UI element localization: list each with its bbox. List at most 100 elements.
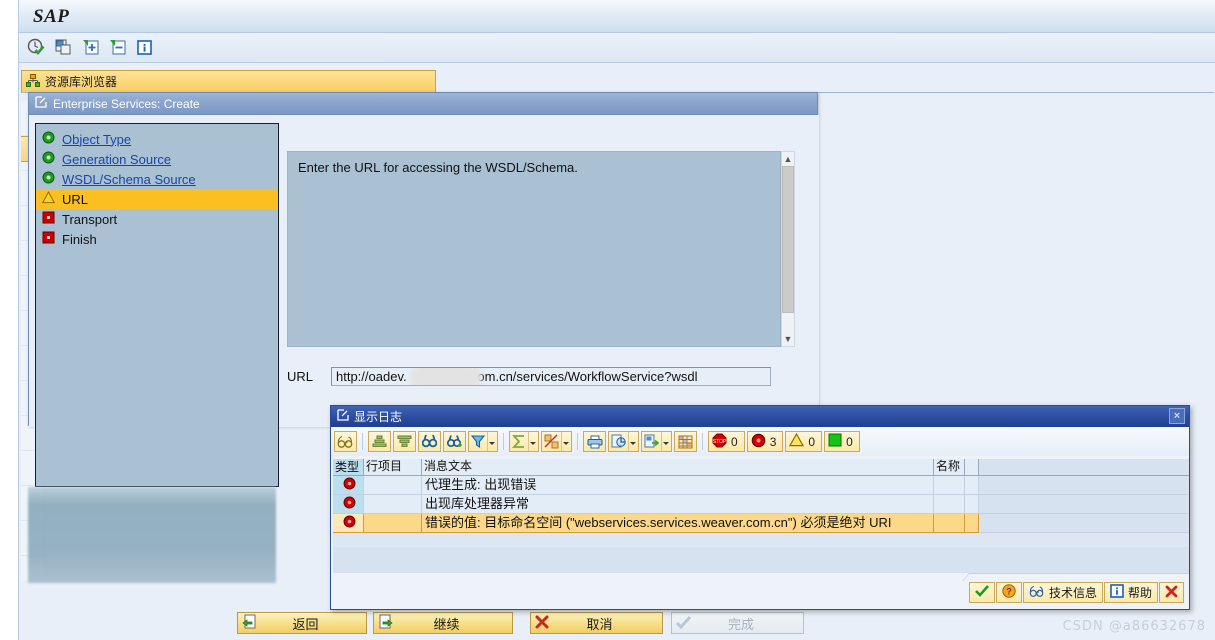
find-next-icon[interactable]	[443, 431, 466, 452]
scrollbar-thumb[interactable]	[782, 166, 794, 313]
table-row[interactable]: 错误的值: 目标命名空间 ("webservices.services.weav…	[333, 514, 1189, 533]
wizard-step-url[interactable]: URL	[36, 189, 278, 209]
print-icon[interactable]	[583, 431, 606, 452]
abort-counter[interactable]: STOP 0	[708, 431, 745, 452]
wizard-step-generation-source[interactable]: Generation Source	[36, 149, 278, 169]
cancel-button[interactable]: 取消	[530, 612, 663, 634]
table-row[interactable]: 出现库处理器异常	[333, 495, 1189, 514]
display-icon[interactable]	[107, 37, 128, 58]
wizard-button-bar: 返回 继续 取消 完成	[237, 612, 804, 634]
description-area: Enter the URL for accessing the WSDL/Sch…	[287, 151, 795, 347]
chevron-down-icon[interactable]	[628, 432, 636, 451]
sort-ascending-icon[interactable]	[368, 431, 391, 452]
table-row[interactable]: 代理生成: 出现错误	[333, 476, 1189, 495]
status-red-icon	[42, 211, 55, 227]
column-header-type[interactable]: 类型	[333, 459, 364, 476]
enterprise-services-create-dialog: Enterprise Services: Create Object Type …	[28, 92, 819, 487]
error-icon	[751, 433, 766, 451]
footer-notch	[962, 573, 1189, 581]
breadcrumb-label: 资源库浏览器	[45, 75, 118, 89]
error-icon	[343, 515, 356, 532]
find-icon[interactable]	[418, 431, 441, 452]
create-icon[interactable]	[80, 37, 101, 58]
wizard-step-transport[interactable]: Transport	[36, 209, 278, 229]
sap-logo: SAP	[33, 6, 70, 27]
warning-counter[interactable]: 0	[785, 431, 823, 452]
error-counter[interactable]: 3	[746, 431, 784, 452]
scroll-down-icon[interactable]: ▼	[781, 332, 795, 346]
url-label: URL	[287, 369, 314, 384]
redaction-blur	[410, 368, 482, 385]
complete-icon	[675, 615, 692, 632]
sort-descending-icon[interactable]	[393, 431, 416, 452]
back-icon	[242, 614, 257, 632]
row-spacer-cell	[965, 495, 979, 514]
wizard-step-list: Object Type Generation Source WSDL/Schem…	[35, 123, 279, 487]
wizard-step-label: Finish	[62, 231, 97, 247]
sap-titlebar: SAP	[19, 0, 1215, 33]
export-icon[interactable]	[641, 431, 672, 452]
column-header-filler	[979, 459, 1189, 476]
column-header-name[interactable]: 名称	[934, 459, 965, 476]
row-spacer-cell	[965, 476, 979, 495]
column-header-item[interactable]: 行项目	[364, 459, 422, 476]
abort-count-value: 0	[731, 434, 738, 449]
chevron-down-icon[interactable]	[561, 432, 569, 451]
help-button[interactable]: ?	[995, 582, 1022, 603]
finish-button-label: 完成	[727, 616, 754, 632]
row-message-cell: 代理生成: 出现错误	[422, 476, 934, 495]
log-footer: ? 技术信息 帮助	[331, 573, 1189, 609]
help-info-button[interactable]: 帮助	[1103, 582, 1158, 603]
chevron-down-icon[interactable]	[528, 432, 536, 451]
wizard-titlebar: Enterprise Services: Create	[29, 93, 817, 115]
chevron-down-icon[interactable]	[487, 432, 495, 451]
svg-text:?: ?	[1006, 587, 1012, 597]
chevron-down-icon[interactable]	[661, 432, 669, 451]
status-green-icon	[42, 131, 55, 147]
svg-text:STOP: STOP	[713, 439, 727, 445]
success-counter[interactable]: 0	[824, 431, 860, 452]
success-count-value: 0	[846, 434, 853, 449]
layout-icon[interactable]	[674, 431, 697, 452]
subtotal-icon[interactable]	[541, 431, 572, 452]
close-icon[interactable]: ×	[1169, 408, 1185, 424]
log-action-bar: ? 技术信息 帮助	[968, 582, 1184, 603]
scroll-up-icon[interactable]: ▲	[781, 152, 795, 166]
info-icon[interactable]	[134, 37, 155, 58]
table-header-row: 类型 行项目 消息文本 名称	[333, 459, 1189, 476]
row-message-cell: 出现库处理器异常	[422, 495, 934, 514]
filter-icon[interactable]	[468, 431, 498, 452]
status-green-icon	[42, 171, 55, 187]
log-titlebar: 显示日志 ×	[331, 406, 1189, 427]
row-name-cell	[934, 495, 965, 514]
url-value-prefix: http://oadev.	[336, 369, 407, 384]
confirm-button[interactable]	[968, 582, 995, 603]
log-table-empty-area	[333, 547, 1189, 574]
wizard-step-label: Generation Source	[62, 151, 172, 167]
breadcrumb[interactable]: 资源库浏览器	[21, 70, 436, 92]
execute-check-icon[interactable]	[26, 37, 47, 58]
error-icon	[343, 477, 356, 494]
column-header-message[interactable]: 消息文本	[422, 459, 934, 476]
continue-button[interactable]: 继续	[373, 612, 513, 634]
wizard-step-label: Transport	[62, 211, 118, 227]
finish-button: 完成	[671, 612, 804, 634]
copy-icon[interactable]	[53, 37, 74, 58]
url-input[interactable]: http://oadev.XXXXXXX.com.cn/services/Wor…	[331, 367, 771, 386]
total-icon[interactable]	[509, 431, 539, 452]
wizard-step-label: URL	[62, 191, 89, 207]
technical-info-button[interactable]: 技术信息	[1022, 582, 1103, 603]
close-button[interactable]	[1159, 582, 1184, 603]
back-button[interactable]: 返回	[237, 612, 367, 634]
row-status-icon-cell	[333, 476, 364, 495]
column-header-spacer	[965, 459, 979, 476]
url-value-suffix: .com.cn/services/WorkflowService?wsdl	[467, 369, 698, 384]
description-scrollbar[interactable]: ▲ ▼	[781, 151, 795, 347]
export-local-icon[interactable]	[608, 431, 639, 452]
help-button-label: 帮助	[1127, 586, 1152, 600]
wizard-title: Enterprise Services: Create	[53, 96, 200, 111]
wizard-step-wsdl-schema-source[interactable]: WSDL/Schema Source	[36, 169, 278, 189]
wizard-step-finish[interactable]: Finish	[36, 229, 278, 249]
technical-info-icon[interactable]	[334, 431, 357, 452]
wizard-step-object-type[interactable]: Object Type	[36, 129, 278, 149]
